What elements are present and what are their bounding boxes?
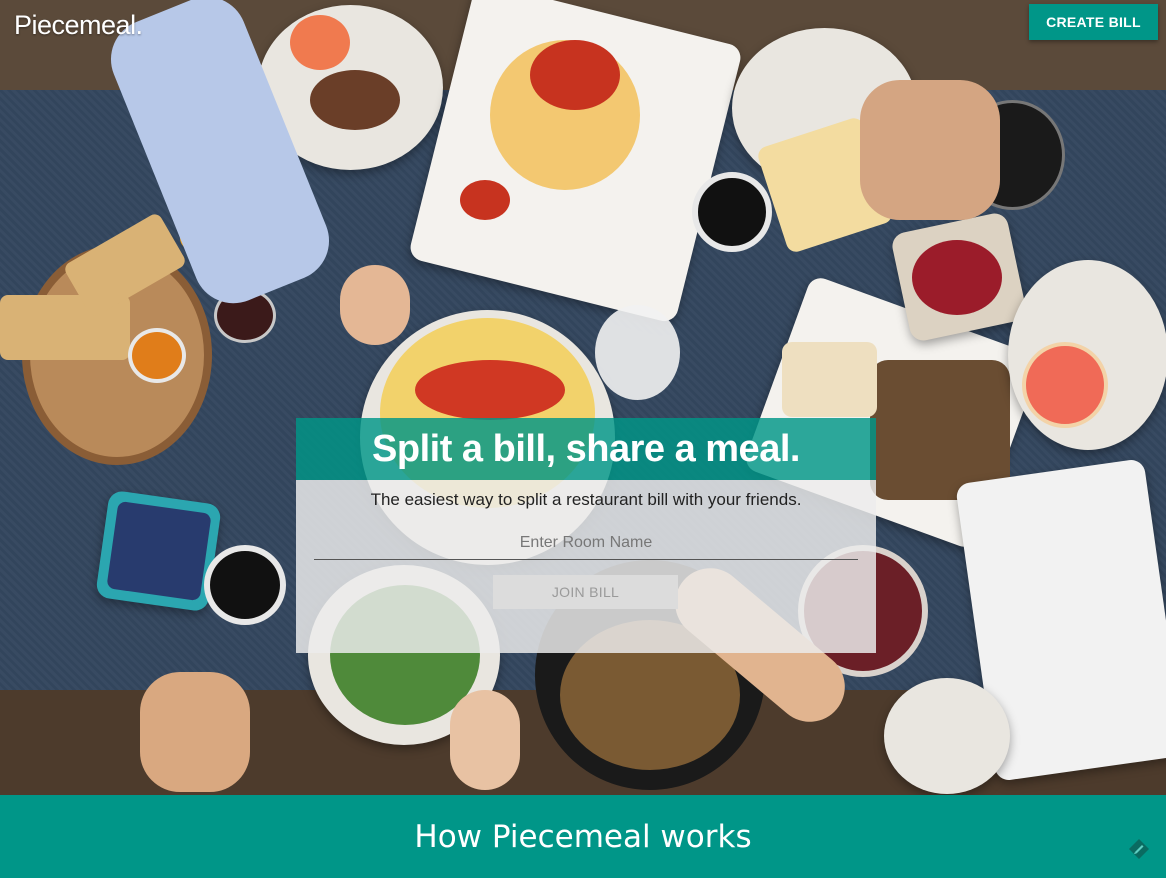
grapefruit-food <box>1022 342 1108 428</box>
sausage-food <box>310 70 400 130</box>
join-card: The easiest way to split a restaurant bi… <box>296 480 876 653</box>
hand-plate <box>340 265 410 345</box>
coffee-cup <box>692 172 772 252</box>
tomato-food <box>530 40 620 110</box>
blueberries-food <box>106 500 212 602</box>
tomato-food-3 <box>415 360 565 420</box>
plate-yogurt <box>884 678 1010 794</box>
flowers <box>595 305 680 400</box>
jam-jar <box>128 328 186 383</box>
hand-bread <box>860 80 1000 220</box>
hero-subtitle: The easiest way to split a restaurant bi… <box>370 490 802 509</box>
how-it-works-section: How Piecemeal works <box>0 795 1166 878</box>
coffee-cup-2 <box>204 545 286 625</box>
create-bill-button[interactable]: CREATE BILL <box>1029 4 1158 40</box>
apples-food <box>912 240 1002 315</box>
hero-background-photo <box>0 0 1166 795</box>
tomato-food-2 <box>460 180 510 220</box>
hand-fork-2 <box>450 690 520 790</box>
hand-fork <box>140 672 250 792</box>
how-it-works-title: How Piecemeal works <box>414 818 752 855</box>
hero-headline: Split a bill, share a meal. <box>296 418 876 480</box>
join-bill-button[interactable]: JOIN BILL <box>493 575 678 609</box>
room-name-input[interactable] <box>314 526 858 560</box>
bread-loaf <box>782 342 877 417</box>
salmon-food <box>290 15 350 70</box>
edit-pencil-icon[interactable] <box>1128 838 1150 860</box>
app-logo[interactable]: Piecemeal. <box>14 10 143 41</box>
